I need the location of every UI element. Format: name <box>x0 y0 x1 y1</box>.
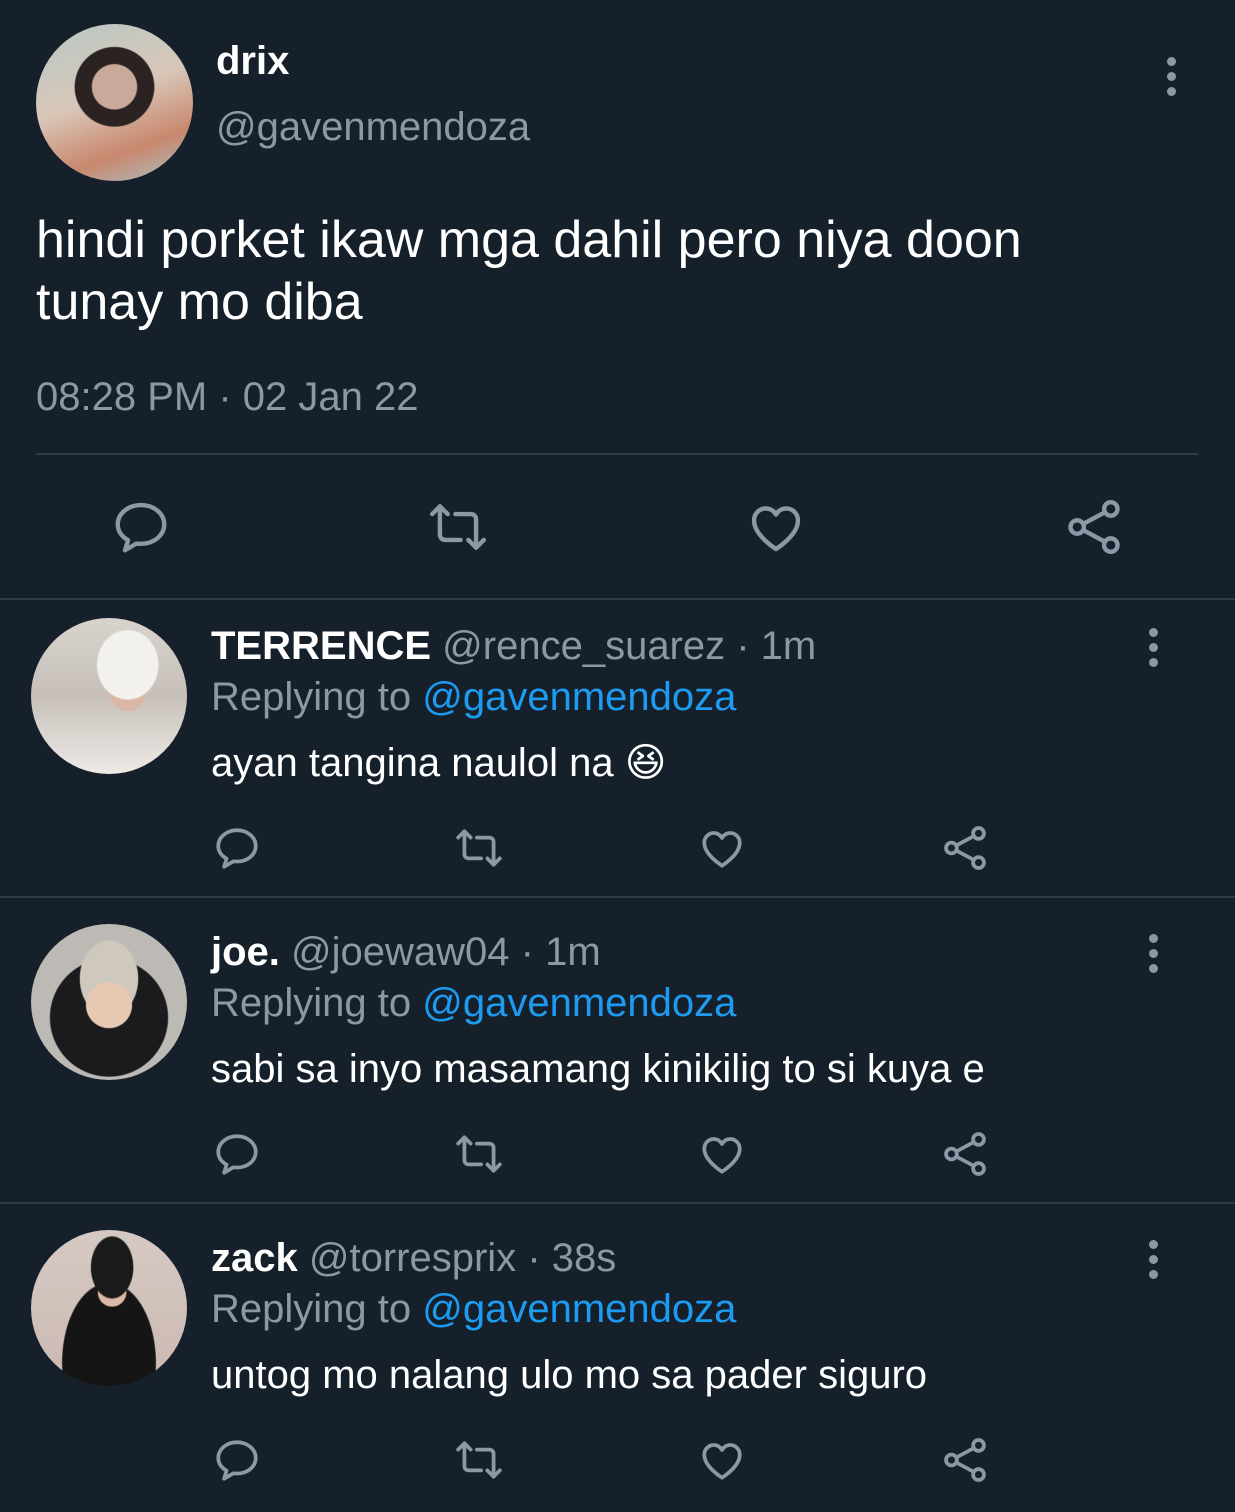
share-icon <box>944 1438 986 1482</box>
reply-icon <box>216 1134 258 1175</box>
retweet-icon <box>456 1135 502 1173</box>
section-divider <box>0 896 1235 898</box>
reply-handle[interactable]: @rence_suarez <box>442 624 725 668</box>
more-vertical-icon <box>1166 57 1176 66</box>
replying-to-link[interactable]: @gavenmendoza <box>422 981 736 1025</box>
main-date: 02 Jan 22 <box>242 375 419 419</box>
reply-icon <box>216 828 258 869</box>
replying-to-line: Replying to @gavenmendoza <box>211 674 736 720</box>
retweet-icon <box>456 829 502 867</box>
reply-like-button[interactable] <box>697 823 747 873</box>
reply-header: TERRENCE @rence_suarez · 1m <box>211 623 816 669</box>
main-time: 08:28 PM <box>36 375 208 419</box>
reply-reply-button[interactable] <box>212 1129 262 1179</box>
share-icon <box>1068 500 1120 554</box>
reply-retweet-button[interactable] <box>452 823 506 873</box>
main-separator: · <box>218 375 232 419</box>
reply-text: sabi sa inyo masamang kinikilig to si ku… <box>211 1047 985 1091</box>
retweet-icon <box>456 1441 502 1479</box>
more-vertical-icon <box>1148 1240 1158 1249</box>
reply-avatar[interactable] <box>31 924 187 1080</box>
replying-prefix: Replying to <box>211 1287 412 1331</box>
reply-icon <box>115 502 167 553</box>
reply-age: · 1m <box>520 930 601 974</box>
reply-text: untog mo nalang ulo mo sa pader siguro <box>211 1353 928 1397</box>
heart-icon <box>751 506 801 552</box>
replying-prefix: Replying to <box>211 981 412 1025</box>
reply-header: joe. @joewaw04 · 1m <box>211 929 601 975</box>
main-like-button[interactable] <box>745 496 807 558</box>
reply-display-name[interactable]: zack <box>211 1236 298 1280</box>
main-share-button[interactable] <box>1063 496 1125 558</box>
reply-like-button[interactable] <box>697 1435 747 1485</box>
main-tweet-text-line1: hindi porket ikaw mga dahil pero niya do… <box>36 211 1022 269</box>
reply-avatar[interactable] <box>31 1230 187 1386</box>
main-tweet-text-line2: tunay mo diba <box>36 273 363 331</box>
main-handle[interactable]: @gavenmendoza <box>216 104 530 150</box>
reply-share-button[interactable] <box>940 823 990 873</box>
main-avatar[interactable] <box>36 24 193 181</box>
reply-more-button[interactable] <box>1148 628 1158 667</box>
heart-icon <box>702 1137 742 1174</box>
share-icon <box>944 1132 986 1176</box>
reply-text: ayan tangina naulol na 😆 <box>211 740 666 786</box>
reply-avatar[interactable] <box>31 618 187 774</box>
reply-reply-button[interactable] <box>212 1435 262 1485</box>
heart-icon <box>702 1443 742 1480</box>
section-divider <box>0 1202 1235 1204</box>
share-icon <box>944 826 986 870</box>
retweet-icon <box>429 504 487 550</box>
reply-handle[interactable]: @torresprix <box>309 1236 516 1280</box>
replying-to-link[interactable]: @gavenmendoza <box>422 1287 736 1331</box>
main-reply-button[interactable] <box>110 496 172 558</box>
more-vertical-icon <box>1148 934 1158 943</box>
reply-handle[interactable]: @joewaw04 <box>291 930 510 974</box>
reply-icon <box>216 1440 258 1481</box>
reply-display-name[interactable]: TERRENCE <box>211 624 431 668</box>
reply-more-button[interactable] <box>1148 934 1158 973</box>
replying-to-line: Replying to @gavenmendoza <box>211 1286 736 1332</box>
laughing-emoji: 😆 <box>624 741 667 785</box>
reply-text-body: ayan tangina naulol na <box>211 741 614 785</box>
heart-icon <box>702 831 742 868</box>
main-more-button[interactable] <box>1166 57 1176 96</box>
reply-share-button[interactable] <box>940 1129 990 1179</box>
reply-retweet-button[interactable] <box>452 1129 506 1179</box>
reply-age: · 38s <box>527 1236 617 1280</box>
main-divider <box>36 453 1198 455</box>
more-vertical-icon <box>1148 628 1158 637</box>
reply-reply-button[interactable] <box>212 823 262 873</box>
replying-prefix: Replying to <box>211 675 412 719</box>
reply-header: zack @torresprix · 38s <box>211 1235 616 1281</box>
section-divider <box>0 598 1235 600</box>
replying-to-line: Replying to @gavenmendoza <box>211 980 736 1026</box>
reply-like-button[interactable] <box>697 1129 747 1179</box>
main-display-name[interactable]: drix <box>216 38 289 84</box>
main-retweet-button[interactable] <box>425 496 491 558</box>
main-timestamp[interactable]: 08:28 PM · 02 Jan 22 <box>36 374 419 420</box>
replying-to-link[interactable]: @gavenmendoza <box>422 675 736 719</box>
reply-retweet-button[interactable] <box>452 1435 506 1485</box>
reply-age: · 1m <box>736 624 817 668</box>
reply-share-button[interactable] <box>940 1435 990 1485</box>
reply-more-button[interactable] <box>1148 1240 1158 1279</box>
reply-display-name[interactable]: joe. <box>211 930 280 974</box>
